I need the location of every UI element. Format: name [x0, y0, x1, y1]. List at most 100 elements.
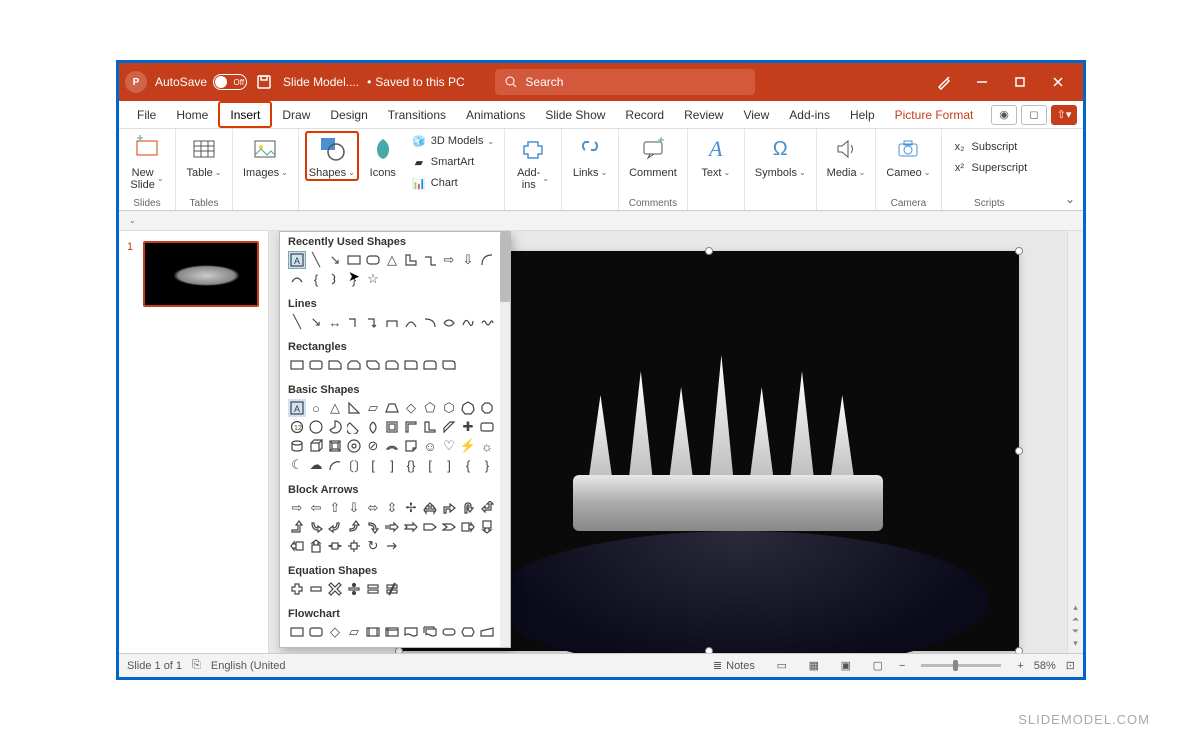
shape-block-arc[interactable] — [383, 437, 401, 455]
icons-button[interactable]: Icons — [361, 131, 405, 181]
shape-smiley[interactable]: ☺ — [421, 437, 439, 455]
media-button[interactable]: Media⌄ — [823, 131, 870, 181]
shape-textbox[interactable]: A — [288, 399, 306, 417]
tab-home[interactable]: Home — [166, 101, 218, 128]
tab-file[interactable]: File — [127, 101, 166, 128]
shape-arrow-curved-down[interactable] — [364, 518, 382, 536]
dropdown-scrollbar[interactable] — [500, 232, 510, 647]
sorter-view-icon[interactable]: ▦ — [803, 657, 825, 675]
shape-cube[interactable] — [307, 437, 325, 455]
record-button-icon[interactable]: ◉ — [991, 105, 1017, 125]
shape-chord[interactable] — [345, 418, 363, 436]
shape-star[interactable]: ☆ — [364, 270, 382, 288]
shape-down-arrow[interactable]: ⇩ — [459, 251, 477, 269]
shape-round-rect[interactable] — [307, 356, 325, 374]
shape-snip-round[interactable] — [383, 356, 401, 374]
cameo-button[interactable]: Cameo⌄ — [882, 131, 934, 181]
shape-elbow-double[interactable] — [383, 313, 401, 331]
shape-triangle[interactable]: △ — [383, 251, 401, 269]
shape-plus[interactable] — [288, 580, 306, 598]
shape-double-arrow[interactable]: ↔ — [326, 313, 344, 331]
tab-design[interactable]: Design — [320, 101, 377, 128]
shape-moon[interactable]: ☾ — [288, 456, 306, 474]
shape-trapezoid[interactable] — [383, 399, 401, 417]
shape-half-frame[interactable] — [402, 418, 420, 436]
shape-arrow-curved-up[interactable] — [345, 518, 363, 536]
selection-handle[interactable] — [705, 647, 713, 653]
tab-slideshow[interactable]: Slide Show — [535, 101, 615, 128]
prev-slide-double-icon[interactable]: ⏶ — [1072, 614, 1079, 625]
minimize-button[interactable] — [963, 63, 1001, 101]
tab-draw[interactable]: Draw — [272, 101, 320, 128]
shape-decagon[interactable]: 12 — [288, 418, 306, 436]
shape-heptagon[interactable] — [459, 399, 477, 417]
shape-donut[interactable] — [345, 437, 363, 455]
shape-arrow-curved-left[interactable] — [326, 518, 344, 536]
shape-teardrop[interactable] — [364, 418, 382, 436]
shape-hexagon[interactable]: ⬡ — [440, 399, 458, 417]
share-button[interactable]: ⇧▾ — [1051, 105, 1077, 125]
shape-arrow-uturn[interactable] — [459, 499, 477, 517]
table-button[interactable]: Table⌄ — [182, 131, 226, 181]
images-button[interactable]: Images⌄ — [239, 131, 292, 181]
shape-curved-double[interactable] — [440, 313, 458, 331]
shape-arrow-curved-right[interactable] — [307, 518, 325, 536]
accessibility-icon[interactable]: ⎘ — [192, 659, 201, 672]
shape-document[interactable] — [402, 623, 420, 641]
symbols-button[interactable]: Ω Symbols⌄ — [751, 131, 810, 181]
tab-help[interactable]: Help — [840, 101, 885, 128]
shape-line[interactable]: ╲ — [288, 313, 306, 331]
shape-can[interactable] — [288, 437, 306, 455]
shape-arrow-left[interactable]: ⇦ — [307, 499, 325, 517]
shape-l-shape[interactable] — [402, 251, 420, 269]
shape-preparation[interactable] — [459, 623, 477, 641]
subscript-button[interactable]: x₂Subscript — [948, 137, 1032, 157]
comment-button[interactable]: Comment — [625, 131, 681, 181]
shape-left-brace[interactable]: { — [307, 270, 325, 288]
shape-elbow-arrow[interactable] — [364, 313, 382, 331]
shape-pie[interactable] — [326, 418, 344, 436]
shape-sun[interactable]: ☼ — [478, 437, 496, 455]
shape-manual-input[interactable] — [478, 623, 496, 641]
shape-arrow-bentup[interactable] — [288, 518, 306, 536]
shape-diamond[interactable]: ◇ — [402, 399, 420, 417]
shape-arrow-up[interactable]: ⇧ — [326, 499, 344, 517]
autosave-pill[interactable]: Off — [213, 74, 247, 90]
saved-location[interactable]: Saved to this PC ⌄ — [375, 75, 475, 89]
shape-rectangle[interactable] — [345, 251, 363, 269]
shape-double-bracket[interactable]: 〔〕 — [345, 456, 363, 474]
shape-lightning[interactable]: ⚡ — [459, 437, 477, 455]
links-button[interactable]: Links⌄ — [568, 131, 612, 181]
shape-arrow-right[interactable]: ⇨ — [288, 499, 306, 517]
shape-right-arrow[interactable]: ⇨ — [440, 251, 458, 269]
tab-view[interactable]: View — [733, 101, 779, 128]
shape-arrow-callout-left[interactable] — [288, 537, 306, 555]
zoom-slider[interactable] — [921, 664, 1001, 667]
shape-elbow[interactable] — [345, 313, 363, 331]
tab-insert[interactable]: Insert — [218, 101, 272, 128]
shape-decision[interactable]: ◇ — [326, 623, 344, 641]
shape-octagon[interactable] — [478, 399, 496, 417]
language[interactable]: English (United — [211, 660, 286, 672]
shape-no-symbol[interactable]: ⊘ — [364, 437, 382, 455]
close-button[interactable] — [1039, 63, 1077, 101]
selection-handle[interactable] — [1015, 647, 1023, 653]
shape-arc[interactable] — [478, 251, 496, 269]
shape-arrow[interactable] — [383, 537, 401, 555]
selection-handle[interactable] — [1015, 447, 1023, 455]
shape-arrow-circular[interactable]: ↻ — [364, 537, 382, 555]
shape-diag-stripe[interactable] — [440, 418, 458, 436]
shape-line-arrow[interactable]: ↘ — [326, 251, 344, 269]
shape-rounded-rect[interactable] — [364, 251, 382, 269]
tab-review[interactable]: Review — [674, 101, 733, 128]
shape-curved-connector[interactable] — [402, 313, 420, 331]
maximize-button[interactable] — [1001, 63, 1039, 101]
shape-pentagon[interactable]: ⬠ — [421, 399, 439, 417]
addins-button[interactable]: Add- ins⌄ — [511, 131, 555, 193]
next-slide-double-icon[interactable]: ⏷ — [1072, 626, 1079, 637]
shape-arrow-down[interactable]: ⇩ — [345, 499, 363, 517]
shape-not-equal[interactable] — [383, 580, 401, 598]
superscript-button[interactable]: x²Superscript — [948, 158, 1032, 178]
tab-addins[interactable]: Add-ins — [779, 101, 840, 128]
selection-handle[interactable] — [705, 247, 713, 255]
